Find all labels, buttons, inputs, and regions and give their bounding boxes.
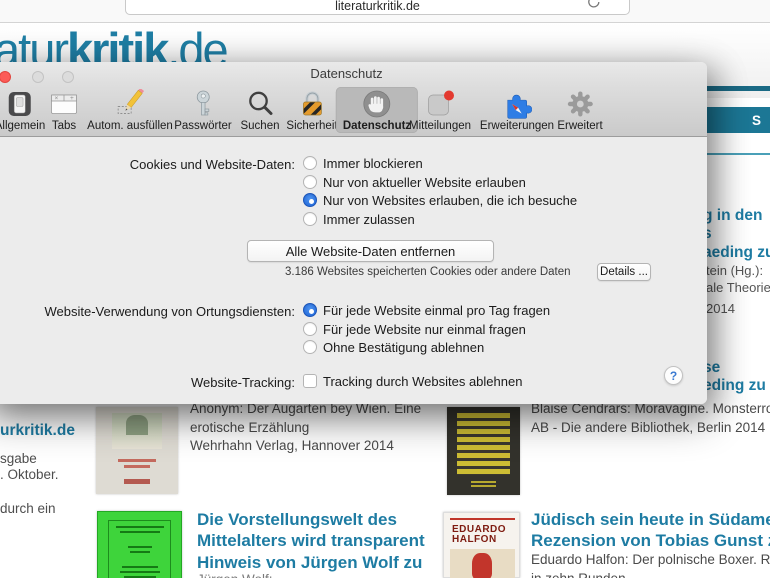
preferences-dialog: Datenschutz Allgemein × + Ta: [0, 62, 707, 404]
autofill-pencil-icon: [117, 89, 144, 114]
advanced-gear-icon: [567, 91, 593, 117]
search-magnifier-icon: [248, 91, 272, 115]
article-link-fragment[interactable]: g in den: [703, 207, 762, 225]
security-lock-icon: [302, 91, 322, 116]
cover-image-arch: [126, 415, 148, 435]
tab-advanced[interactable]: Erweitert: [550, 87, 609, 133]
article-link-fragment[interactable]: eding zu: [703, 377, 766, 395]
radio-ohne-bestaetigung[interactable]: Ohne Bestätigung ablehnen: [303, 339, 484, 355]
cover-image: [457, 413, 510, 475]
radio-icon[interactable]: [303, 175, 317, 189]
tab-passwords[interactable]: Passwörter: [167, 87, 239, 133]
extensions-puzzle-icon: [507, 94, 532, 119]
tab-security[interactable]: Sicherheit: [279, 87, 344, 133]
url-field[interactable]: literaturkritik.de: [125, 0, 630, 15]
book-cover-augarten[interactable]: [96, 407, 178, 494]
remove-website-data-button[interactable]: Alle Website-Daten entfernen: [247, 240, 494, 262]
radio-besuchte-websites[interactable]: Nur von Websites erlauben, die ich besuc…: [303, 192, 577, 208]
radio-icon[interactable]: [303, 322, 317, 336]
tracking-checkbox-row[interactable]: Tracking durch Websites ablehnen: [303, 373, 522, 389]
tabs-window-icon: × +: [51, 94, 77, 114]
tracking-checkbox[interactable]: [303, 374, 317, 388]
location-label: Website-Verwendung von Ortungsdiensten:: [44, 304, 295, 319]
search-button-label[interactable]: S: [752, 113, 761, 128]
radio-einmal-pro-tag[interactable]: Für jede Website einmal pro Tag fragen: [303, 302, 550, 318]
notifications-icon: [428, 90, 454, 116]
url-text: literaturkritik.de: [335, 0, 420, 13]
tab-autofill[interactable]: Autom. ausfüllen: [80, 87, 180, 133]
preferences-toolbar: Allgemein × + Tabs: [0, 84, 707, 137]
radio-nur-einmal[interactable]: Für jede Website nur einmal fragen: [303, 321, 526, 337]
privacy-pane: Cookies und Website-Daten: Immer blockie…: [0, 137, 707, 404]
radio-icon[interactable]: [303, 212, 317, 226]
book-cover-halfon[interactable]: EDUARDO HALFON: [443, 512, 520, 578]
article-moravagine-text: Blaise Cendrars: Moravagine. Monsterrom …: [531, 401, 770, 435]
tab-notifications[interactable]: Mitteilungen: [402, 87, 478, 133]
article-text-fragment: tein (Hg.):: [706, 263, 764, 278]
radio-immer-zulassen[interactable]: Immer zulassen: [303, 211, 415, 227]
radio-aktuelle-website[interactable]: Nur von aktueller Website erlauben: [303, 174, 526, 190]
tracking-label: Website-Tracking:: [190, 375, 295, 390]
radio-icon[interactable]: [303, 156, 317, 170]
reload-icon[interactable]: [587, 0, 601, 9]
svg-text:+: +: [70, 95, 74, 102]
dialog-titlebar[interactable]: Datenschutz: [0, 62, 707, 84]
screen: literaturkritik.de aturkritik.de S g in …: [0, 0, 770, 578]
general-switch-icon: [9, 92, 31, 116]
sidebar-link-fragment[interactable]: urkritik.de: [0, 422, 75, 440]
article-link-fragment[interactable]: aeding zu: [703, 244, 770, 262]
sidebar-text-fragment: durch ein: [0, 501, 56, 516]
article-halfon-headline[interactable]: Jüdisch sein heute in Südamerika Rezensi…: [531, 509, 770, 552]
article-text-fragment: 2014: [706, 301, 735, 316]
article-augarten-text: Anonym: Der Augarten bey Wien. Eine erot…: [190, 401, 422, 453]
cover-author-text: EDUARDO HALFON: [452, 524, 507, 545]
svg-text:×: ×: [55, 95, 59, 102]
article-mittelalter-teaser: Jürgen Wolf: …: [197, 572, 477, 578]
details-button[interactable]: Details ...: [597, 263, 651, 281]
passwords-key-icon: [196, 90, 210, 116]
article-halfon-text: Eduardo Halfon: Der polnische Boxer. Ro …: [531, 552, 770, 578]
article-text-fragment: ale Theorien: [706, 280, 770, 295]
help-button[interactable]: ?: [664, 366, 683, 385]
radio-icon-selected[interactable]: [303, 303, 317, 317]
privacy-hand-icon: [363, 90, 391, 118]
article-mittelalter-headline[interactable]: Die Vorstellungswelt des Mittelalters wi…: [197, 509, 425, 573]
dialog-title: Datenschutz: [310, 66, 383, 81]
radio-icon[interactable]: [303, 340, 317, 354]
tab-extensions[interactable]: Erweiterungen: [473, 87, 561, 133]
cookies-label: Cookies und Website-Daten:: [129, 157, 295, 172]
radio-icon-selected[interactable]: [303, 193, 317, 207]
sidebar-text-fragment: . Oktober.: [0, 467, 59, 482]
browser-toolbar: literaturkritik.de: [0, 0, 770, 23]
book-cover-mittelalter[interactable]: [97, 511, 182, 578]
storage-info-text: 3.186 Websites speicherten Cookies oder …: [285, 266, 571, 278]
sidebar-text-fragment: sgabe: [0, 451, 37, 466]
radio-immer-blockieren[interactable]: Immer blockieren: [303, 155, 423, 171]
cover-image: [450, 549, 515, 578]
book-cover-moravagine[interactable]: [447, 407, 520, 495]
